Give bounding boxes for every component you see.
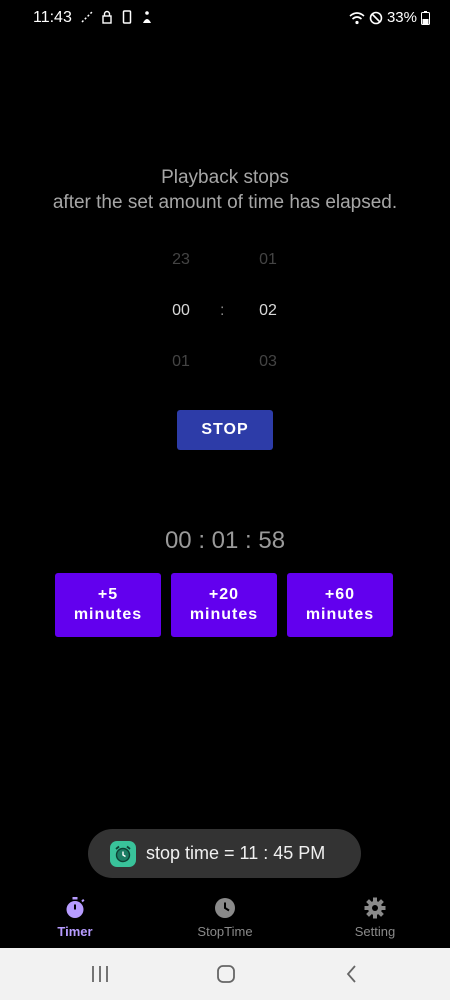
- wifi-icon: [349, 11, 365, 24]
- add-5-minutes-button[interactable]: +5 minutes: [55, 573, 161, 637]
- add-button-amount: +60: [324, 586, 356, 603]
- nav-item-timer[interactable]: Timer: [20, 896, 130, 939]
- nav-label: StopTime: [197, 924, 253, 939]
- description-line-1: Playback stops: [161, 167, 289, 188]
- add-button-amount: +20: [208, 586, 240, 603]
- nav-item-setting[interactable]: Setting: [320, 896, 430, 939]
- data-transfer-icon: [81, 11, 93, 23]
- picker-separator: :: [220, 302, 225, 319]
- hours-current[interactable]: 00: [151, 302, 211, 320]
- description-line-2: after the set amount of time has elapsed…: [52, 192, 398, 213]
- nav-label: Timer: [57, 924, 93, 939]
- add-button-unit: minutes: [189, 606, 259, 623]
- gear-icon: [364, 897, 386, 919]
- status-time: 11:43: [33, 9, 72, 26]
- phone-icon: [122, 10, 132, 24]
- minutes-next[interactable]: 03: [238, 353, 298, 371]
- minutes-prev[interactable]: 01: [238, 251, 298, 269]
- clock-icon: [215, 898, 235, 918]
- lock-icon: [102, 10, 112, 24]
- battery-icon: [421, 10, 430, 25]
- recents-icon[interactable]: [88, 962, 112, 986]
- alarm-clock-icon: [110, 840, 136, 867]
- status-icons-left: [80, 10, 154, 24]
- minutes-current[interactable]: 02: [238, 302, 298, 320]
- toast-message: stop time = 11 : 45 PM: [146, 843, 326, 863]
- home-icon[interactable]: [214, 962, 238, 986]
- bottom-navigation: Timer StopTime Setting: [0, 890, 450, 948]
- back-icon[interactable]: [340, 962, 364, 986]
- countdown-display: 00 : 01 : 58: [164, 527, 286, 554]
- hours-prev[interactable]: 23: [151, 251, 211, 269]
- add-60-minutes-button[interactable]: +60 minutes: [287, 573, 393, 637]
- stop-button[interactable]: STOP: [177, 410, 273, 450]
- add-button-amount: +5: [97, 586, 119, 603]
- do-not-disturb-icon: [369, 11, 383, 24]
- add-button-unit: minutes: [73, 606, 143, 623]
- timer-description: Playback stops after the set amount of t…: [0, 165, 450, 215]
- add-button-unit: minutes: [305, 606, 375, 623]
- status-icons-right: 33%: [349, 9, 430, 26]
- battery-percent: 33%: [386, 9, 417, 26]
- status-bar: 11:43 33%: [0, 0, 450, 36]
- accessibility-icon: [143, 11, 151, 23]
- system-navigation-bar: [0, 948, 450, 1000]
- nav-item-stoptime[interactable]: StopTime: [170, 896, 280, 939]
- add-20-minutes-button[interactable]: +20 minutes: [171, 573, 277, 637]
- hours-next[interactable]: 01: [151, 353, 211, 371]
- stopwatch-icon: [66, 897, 85, 918]
- stop-time-toast: stop time = 11 : 45 PM: [88, 829, 361, 878]
- nav-label: Setting: [354, 924, 396, 939]
